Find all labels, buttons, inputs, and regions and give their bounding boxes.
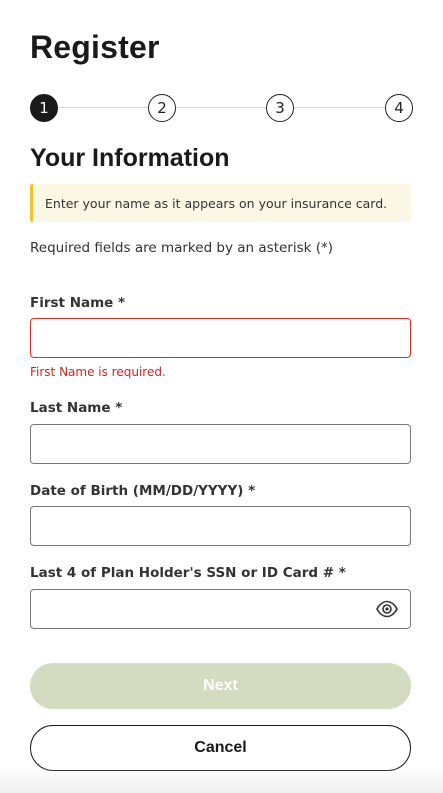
- step-3: 3: [266, 94, 294, 122]
- step-4: 4: [385, 94, 413, 122]
- last-name-label: Last Name *: [30, 400, 123, 416]
- ssn-input[interactable]: [30, 589, 411, 629]
- eye-icon[interactable]: [376, 600, 398, 618]
- register-page: Register 1 2 3 4 Your Information Enter …: [0, 0, 443, 793]
- page-title: Register: [30, 29, 160, 65]
- notice-text: Enter your name as it appears on your in…: [45, 195, 388, 211]
- stepper-connector: [176, 107, 266, 108]
- dob-label: Date of Birth (MM/DD/YYYY) *: [30, 483, 256, 499]
- first-name-label: First Name *: [30, 295, 126, 311]
- cancel-button[interactable]: Cancel: [30, 725, 411, 771]
- section-title: Your Information: [30, 144, 230, 172]
- dob-input[interactable]: [30, 506, 411, 546]
- first-name-error: First Name is required.: [30, 365, 166, 379]
- first-name-input[interactable]: [30, 318, 411, 358]
- stepper-connector: [58, 107, 148, 108]
- bottom-shadow: [0, 767, 443, 793]
- stepper-connector: [294, 107, 385, 108]
- info-notice: Enter your name as it appears on your in…: [30, 184, 411, 222]
- step-2: 2: [148, 94, 176, 122]
- required-fields-note: Required fields are marked by an asteris…: [30, 240, 334, 256]
- ssn-label: Last 4 of Plan Holder's SSN or ID Card #…: [30, 565, 346, 581]
- step-1: 1: [30, 94, 58, 122]
- progress-stepper: 1 2 3 4: [30, 94, 413, 122]
- next-button[interactable]: Next: [30, 663, 411, 709]
- last-name-input[interactable]: [30, 424, 411, 464]
